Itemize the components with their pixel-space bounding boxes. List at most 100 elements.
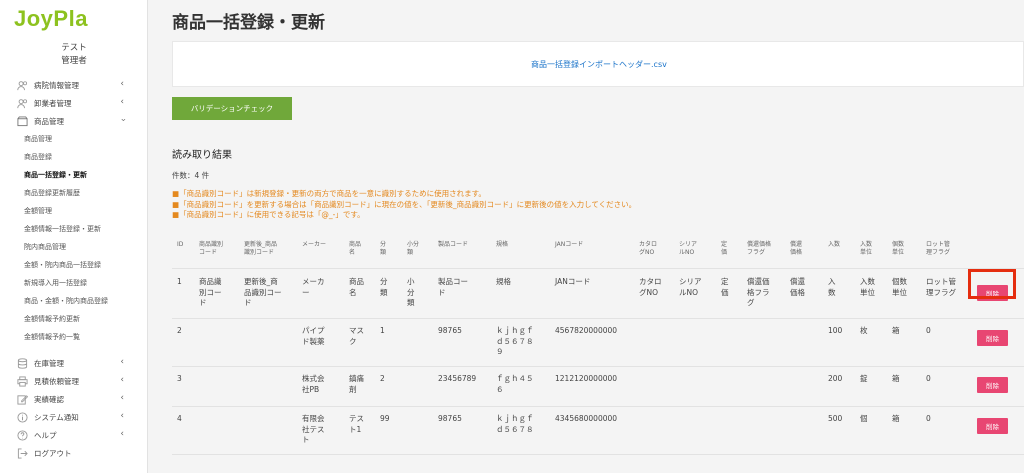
sidebar-item-label: 実績確認 xyxy=(34,394,64,404)
cell-spec: 規格 xyxy=(496,241,509,248)
sidebar-item-products[interactable]: 商品管理 ‹ xyxy=(0,112,148,130)
sidebar-subitem-product-management[interactable]: 商品管理 xyxy=(0,130,148,148)
cell-jan-code: 1212120000000 xyxy=(555,374,618,383)
cell-lot-flag: 0 xyxy=(926,374,931,383)
table-row: 2 パイプ ド製薬 マス ク 1 98765 ｋｊｈｇｆ ｄ５６７８ ９ 456782000… xyxy=(172,319,1024,367)
cell-id: ID xyxy=(177,241,184,248)
cell-quantity: 500 xyxy=(828,414,843,423)
sidebar-subitem-product-price-register[interactable]: 商品・金額・院内商品登録 xyxy=(0,292,148,310)
cell-lot-flag: 0 xyxy=(926,326,931,335)
cell-product-name: 商品 名 xyxy=(349,241,362,256)
table-row: 3 株式会 社PB 鎮痛 剤 2 23456789 ｆｇｈ４５ ６ 121212000000… xyxy=(172,367,1024,407)
sidebar-item-hospital[interactable]: 病院情報管理 ‹ xyxy=(0,76,148,94)
sidebar-item-label: ログアウト xyxy=(34,448,72,458)
cell-model-code: 98765 xyxy=(438,414,462,423)
cell-jan-code: 4567820000000 xyxy=(555,326,618,335)
sidebar-subitem-inhouse-product[interactable]: 院内商品管理 xyxy=(0,238,148,256)
chevron-left-icon: ‹ xyxy=(120,429,124,439)
sidebar-subitem-price-inhouse-bulk[interactable]: 金額・院内商品一括登録 xyxy=(0,256,148,274)
delete-button[interactable]: 削除 xyxy=(977,418,1008,434)
cell-model-code: 98765 xyxy=(438,326,462,335)
cell-subcategory: 小 分 類 xyxy=(407,277,415,307)
chevron-left-icon: ‹ xyxy=(120,97,124,107)
delete-button[interactable]: 削除 xyxy=(977,377,1008,393)
cell-jan-code: JANコード xyxy=(555,277,591,286)
cell-spec: ｋｊｈｇｆ ｄ５６７８ ９ xyxy=(496,326,534,356)
app-logo[interactable]: JoyPla xyxy=(14,6,88,32)
cell-spec: ｋｊｈｇｆ ｄ５６７８ xyxy=(496,414,534,434)
cell-refund-price: 償還 価格 xyxy=(790,241,803,256)
sidebar-subitem-price-management[interactable]: 金額管理 xyxy=(0,202,148,220)
cell-spec: 規格 xyxy=(496,277,511,286)
sidebar-item-label: ヘルプ xyxy=(34,430,57,440)
cell-category: 分 類 xyxy=(380,277,388,297)
cell-quantity-unit: 個 xyxy=(860,414,868,423)
cell-lot-flag: ロット管 理フラグ xyxy=(926,277,956,297)
sidebar-item-label: 見積依頼管理 xyxy=(34,376,79,386)
sidebar-item-label: システム通知 xyxy=(34,412,79,422)
cell-lot-flag: 0 xyxy=(926,414,931,423)
cell-quantity: 入数 xyxy=(828,241,841,248)
sidebar-item-logout[interactable]: ログアウト xyxy=(0,444,148,462)
sidebar-item-results[interactable]: 実績確認 ‹ xyxy=(0,390,148,408)
cell-catalog-no: カタロ グNO xyxy=(639,277,662,297)
results-title: 読み取り結果 xyxy=(172,150,232,161)
chevron-left-icon: ‹ xyxy=(120,79,124,89)
cell-catalog-no: カタロ グNO xyxy=(639,241,658,256)
cell-maker: メーカ ー xyxy=(302,277,325,297)
sidebar-subitem-update-history[interactable]: 商品登録更新履歴 xyxy=(0,184,148,202)
sidebar: JoyPla テスト 管理者 病院情報管理 ‹ 卸業者管理 ‹ 商品管理 ‹ 商… xyxy=(0,0,148,473)
delete-button[interactable]: 削除 xyxy=(977,330,1008,346)
sidebar-item-inventory[interactable]: 在庫管理 ‹ xyxy=(0,354,148,372)
cell-product-name: テス ト1 xyxy=(349,414,364,434)
cell-category: 1 xyxy=(380,326,385,335)
sidebar-subitem-bulk-register[interactable]: 商品一括登録・更新 xyxy=(0,166,148,184)
sidebar-subitem-price-reservation-update[interactable]: 金額情報予約更新 xyxy=(0,310,148,328)
cell-list-price: 定 価 xyxy=(721,277,729,297)
note-line: ■「商品識別コード」は新規登録・更新の両方で商品を一意に識別するために使用されま… xyxy=(172,189,486,198)
app-window: JoyPla テスト 管理者 病院情報管理 ‹ 卸業者管理 ‹ 商品管理 ‹ 商… xyxy=(0,0,1024,473)
sidebar-subitem-new-intro-bulk[interactable]: 新規導入用一括登録 xyxy=(0,274,148,292)
cell-item-unit: 個数 単位 xyxy=(892,277,907,297)
table-row: 1 商品識 別コー ド更新後_商 品識別コー ドメーカ ー 商品 名 分 類 小 分 類… xyxy=(172,269,1024,319)
cell-category: 99 xyxy=(380,414,390,423)
cell-maker: 株式会 社PB xyxy=(302,374,325,394)
sidebar-subitem-price-bulk[interactable]: 金額情報一括登録・更新 xyxy=(0,220,148,238)
file-upload-area[interactable]: 商品一括登録インポートヘッダー.csv xyxy=(172,41,1024,87)
sidebar-item-system-notice[interactable]: システム通知 ‹ xyxy=(0,408,148,426)
page-title: 商品一括登録・更新 xyxy=(172,13,325,33)
chevron-left-icon: ‹ xyxy=(120,375,124,385)
cell-category: 分 類 xyxy=(380,241,387,256)
notes: ■「商品識別コード」は新規登録・更新の両方で商品を一意に識別するために使用されま… xyxy=(172,189,636,221)
main-content: 商品一括登録・更新 商品一括登録インポートヘッダー.csv バリデーションチェッ… xyxy=(148,0,1024,473)
logout-icon xyxy=(16,447,28,459)
chevron-down-icon: ‹ xyxy=(119,118,130,122)
people-icon xyxy=(16,97,28,109)
csv-header-download-link[interactable]: 商品一括登録インポートヘッダー.csv xyxy=(531,59,667,70)
cell-maker: パイプ ド製薬 xyxy=(302,326,325,346)
delete-button-highlight xyxy=(968,269,1016,299)
cell-quantity-unit: 入数 単位 xyxy=(860,277,875,297)
people-icon xyxy=(16,79,28,91)
validation-check-button[interactable]: バリデーションチェック xyxy=(172,97,292,120)
user-role: 管理者 xyxy=(61,56,87,66)
sidebar-subitem-product-register[interactable]: 商品登録 xyxy=(0,148,148,166)
cell-category: 2 xyxy=(380,374,385,383)
cell-id: 2 xyxy=(177,326,182,335)
sidebar-subitem-price-reservation-list[interactable]: 金額情報予約一覧 xyxy=(0,328,148,346)
cell-model-code: 製品コー ド xyxy=(438,277,468,297)
chevron-left-icon: ‹ xyxy=(120,393,124,403)
cell-item-unit: 箱 xyxy=(892,414,900,423)
sidebar-item-wholesaler[interactable]: 卸業者管理 ‹ xyxy=(0,94,148,112)
cell-product-name: 商品 名 xyxy=(349,277,364,297)
edit-icon xyxy=(16,393,28,405)
chevron-left-icon: ‹ xyxy=(120,411,124,421)
cell-id: 3 xyxy=(177,374,182,383)
cell-quantity: 100 xyxy=(828,326,843,335)
cell-product-name: 鎮痛 剤 xyxy=(349,374,364,394)
cell-model-code: 製品コード xyxy=(438,241,469,248)
sidebar-item-quotation[interactable]: 見積依頼管理 ‹ xyxy=(0,372,148,390)
cell-serial-no: シリア ルNO xyxy=(679,241,698,256)
sidebar-item-help[interactable]: ヘルプ ‹ xyxy=(0,426,148,444)
cell-item-unit: 箱 xyxy=(892,326,900,335)
